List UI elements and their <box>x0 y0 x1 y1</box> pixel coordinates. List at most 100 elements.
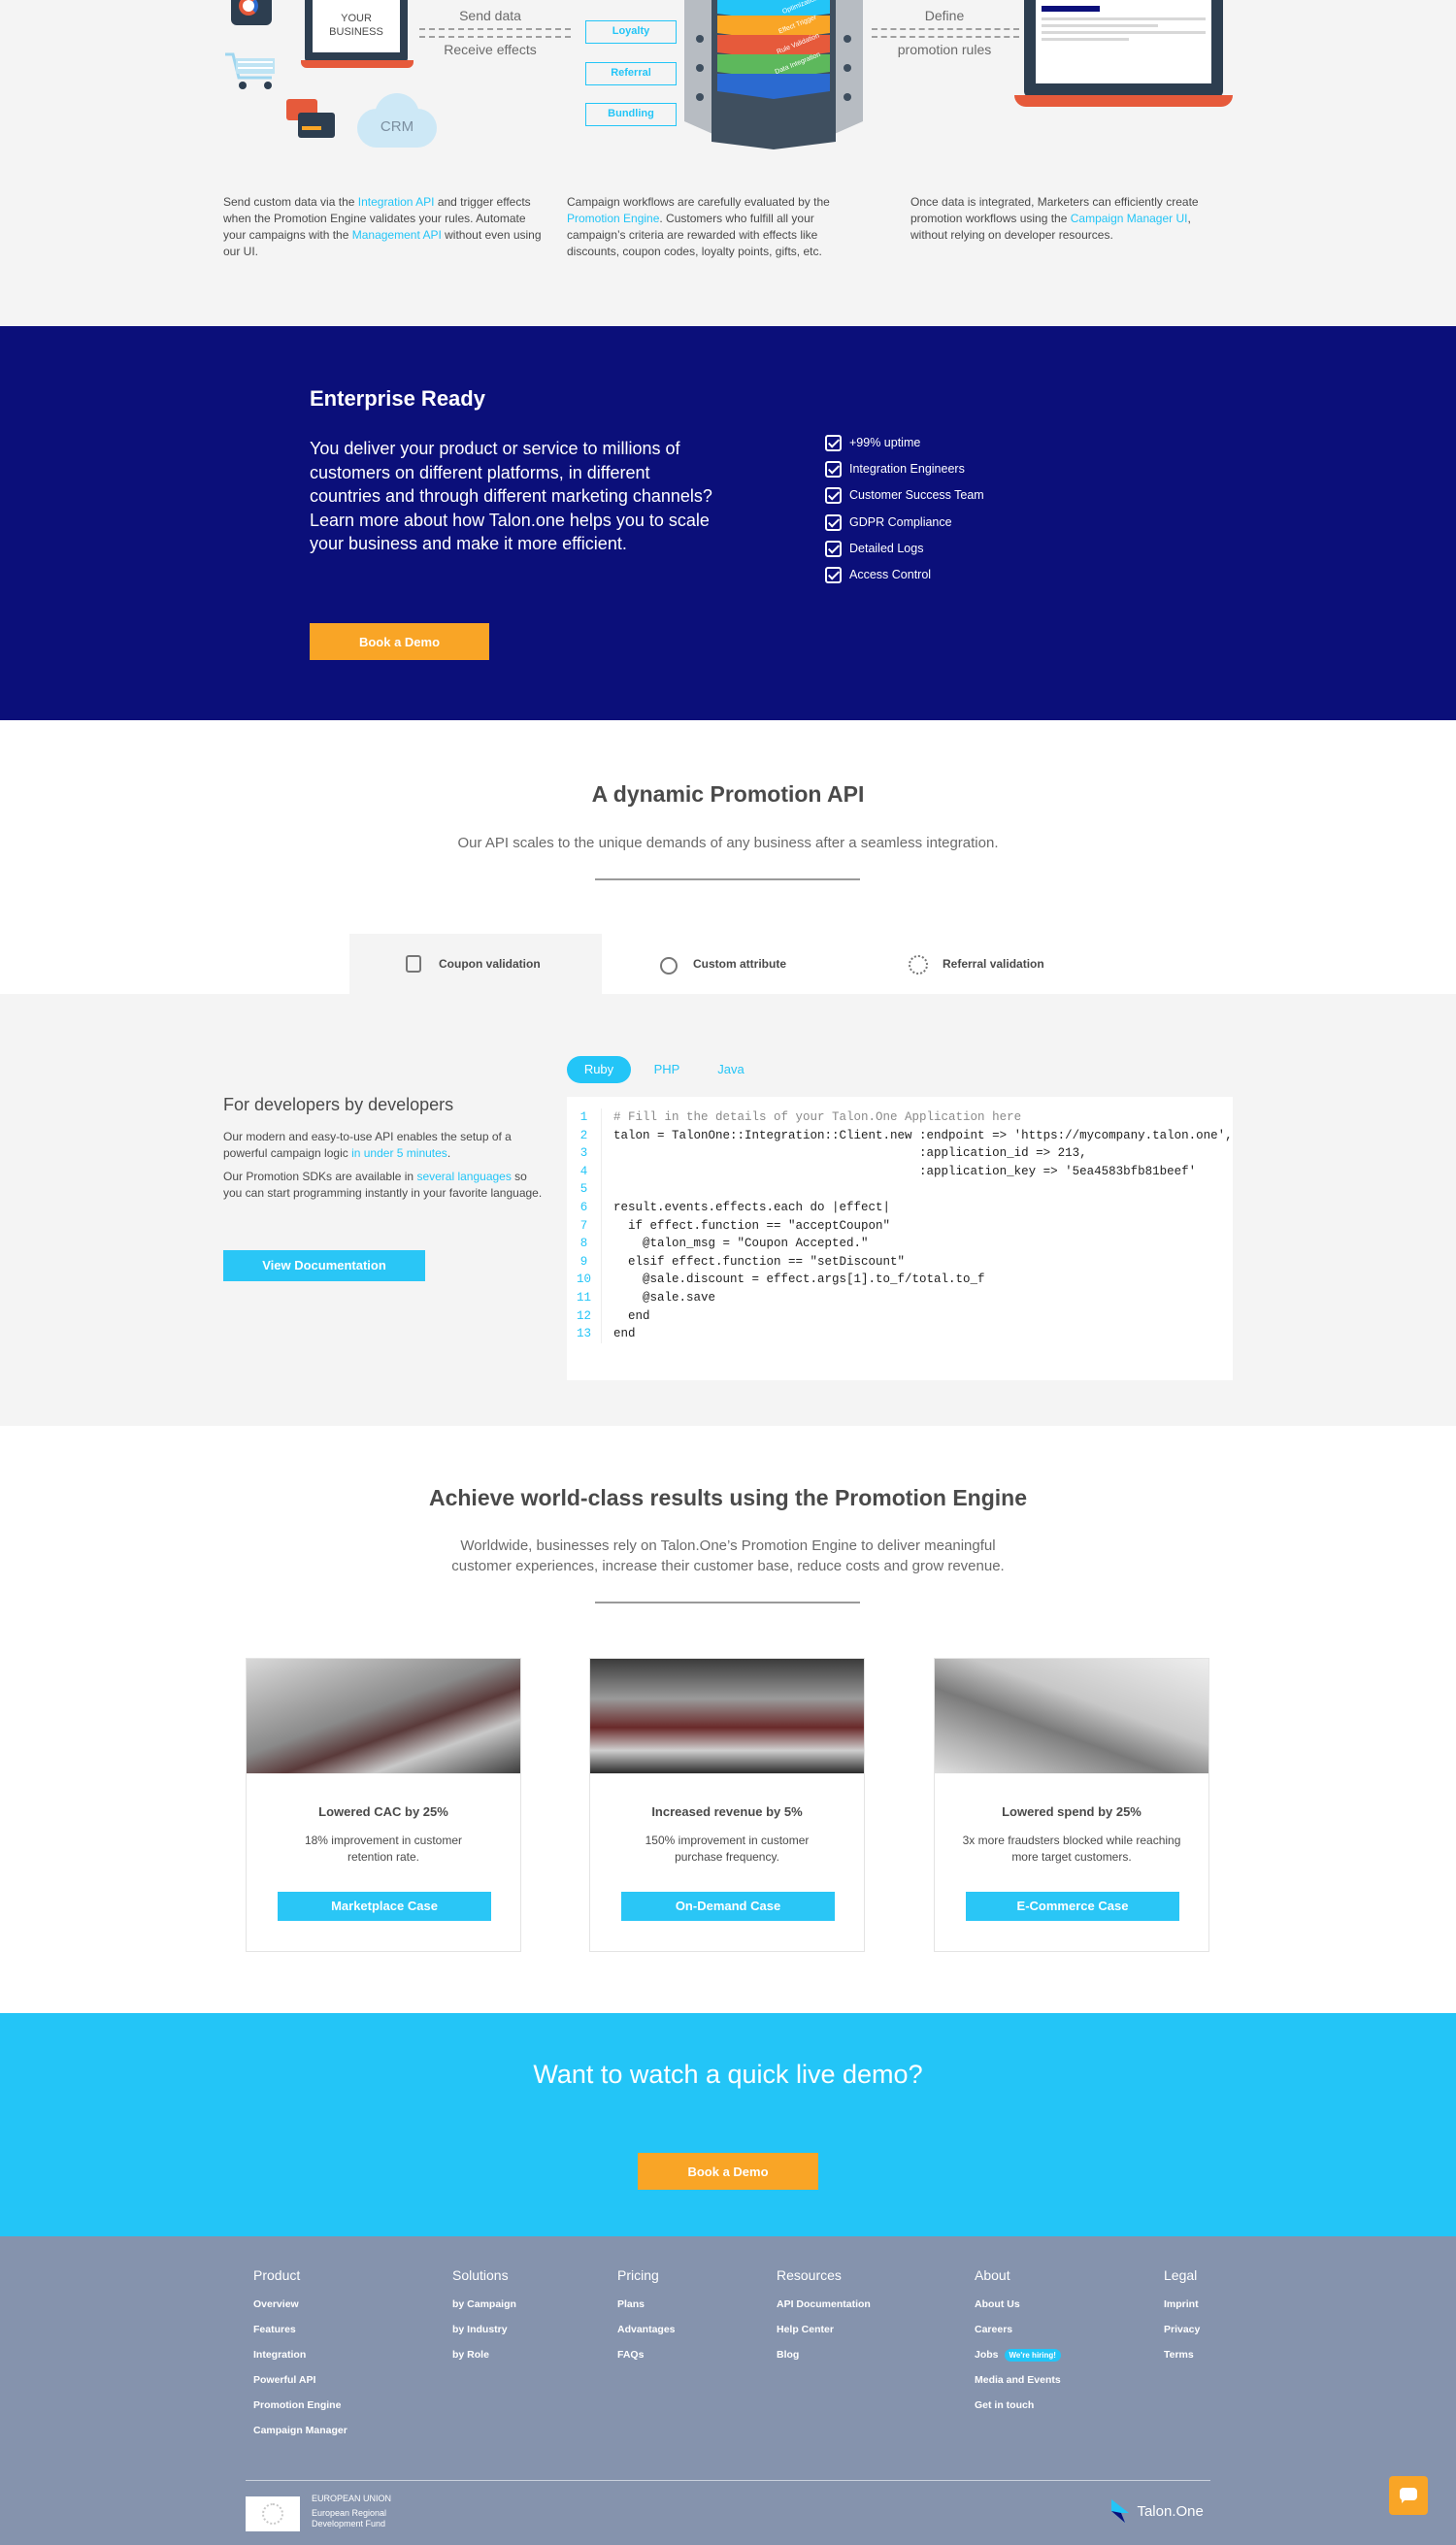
book-demo-button[interactable]: Book a Demo <box>638 2153 818 2190</box>
footer-link[interactable]: FAQs <box>617 2349 676 2361</box>
on-demand-case-button[interactable]: On-Demand Case <box>621 1892 835 1921</box>
line-number: 4 <box>579 1164 588 1178</box>
eu-stars-icon <box>262 2503 283 2525</box>
feature-label: GDPR Compliance <box>849 514 952 529</box>
eu-flag <box>246 2496 300 2531</box>
under-5-minutes-link[interactable]: in under 5 minutes <box>351 1146 447 1160</box>
footer-link[interactable]: Promotion Engine <box>253 2399 347 2411</box>
footer-link[interactable]: Campaign Manager <box>253 2425 347 2436</box>
business-label: YOUR BUSINESS <box>313 0 400 52</box>
chat-button[interactable] <box>1389 2476 1428 2515</box>
footer-link[interactable]: Privacy <box>1164 2324 1200 2335</box>
lang-tab-php[interactable]: PHP <box>635 1056 699 1083</box>
e-commerce-case-button[interactable]: E-Commerce Case <box>966 1892 1179 1921</box>
code-line: talon = TalonOne::Integration::Client.ne… <box>613 1128 1233 1142</box>
text: . <box>447 1146 451 1160</box>
book-demo-button[interactable]: Book a Demo <box>310 623 489 660</box>
tab-custom-attribute[interactable]: Custom attribute <box>602 934 854 994</box>
footer-column: Solutions by Campaign by Industry by Role <box>452 2267 516 2374</box>
footer-link-label: Media and Events <box>975 2374 1061 2386</box>
case-card: Lowered CAC by 25% 18% improvement in cu… <box>246 1658 521 1952</box>
results-subtitle: customer experiences, increase their cus… <box>451 1558 1005 1574</box>
footer-link-label: Careers <box>975 2324 1013 2335</box>
footer-link[interactable]: Jobs We're hiring! <box>975 2349 1061 2362</box>
footer-link[interactable]: About Us <box>975 2298 1061 2310</box>
lang-tab-ruby[interactable]: Ruby <box>567 1056 631 1083</box>
footer-link[interactable]: by Role <box>452 2349 516 2361</box>
checkbox-icon <box>825 566 842 583</box>
card-title: Lowered spend by 25% <box>1002 1804 1142 1819</box>
feature-item: GDPR Compliance <box>825 513 984 541</box>
api-title: A dynamic Promotion API <box>591 781 865 807</box>
code-line: @talon_msg = "Coupon Accepted." <box>613 1237 869 1251</box>
footer-link[interactable]: by Industry <box>452 2324 516 2335</box>
referral-icon <box>909 955 928 975</box>
footer-column: Pricing Plans Advantages FAQs <box>617 2267 676 2374</box>
footer-link[interactable]: Features <box>253 2324 347 2335</box>
footer-link[interactable]: Help Center <box>777 2324 871 2335</box>
footer-link-label: API Documentation <box>777 2298 871 2310</box>
footer-link[interactable]: Get in touch <box>975 2399 1061 2411</box>
footer-link-label: Privacy <box>1164 2324 1201 2335</box>
integration-api-link[interactable]: Integration API <box>358 195 435 209</box>
campaign-manager-link[interactable]: Campaign Manager UI <box>1071 212 1188 225</box>
several-languages-link[interactable]: several languages <box>416 1170 511 1183</box>
demo-title: Want to watch a quick live demo? <box>533 2060 923 2089</box>
footer-column: About About Us Careers Jobs We're hiring! Med… <box>975 2267 1061 2425</box>
footer-link[interactable]: Integration <box>253 2349 347 2361</box>
talon-one-logo[interactable]: Talon.One <box>1109 2497 1204 2527</box>
management-api-link[interactable]: Management API <box>352 228 442 242</box>
code-line: :application_id => 213, <box>613 1146 1087 1161</box>
footer-heading: Resources <box>777 2267 842 2283</box>
send-data-label: Send data <box>459 8 521 23</box>
api-tabs: Coupon validation Custom attribute Refer… <box>0 934 1456 994</box>
text: Campaign workflows are carefully evaluat… <box>567 195 830 209</box>
tab-coupon-validation[interactable]: Coupon validation <box>349 934 602 994</box>
footer-link[interactable]: Blog <box>777 2349 871 2361</box>
feature-label: Customer Success Team <box>849 488 984 503</box>
footer-link[interactable]: Careers <box>975 2324 1061 2335</box>
checkbox-icon <box>825 513 842 531</box>
tab-label: Referral validation <box>943 957 1044 971</box>
code-line: @sale.discount = effect.args[1].to_f/tot… <box>613 1272 985 1287</box>
dev-title: For developers by developers <box>223 1095 454 1114</box>
feature-item: Access Control <box>825 566 984 593</box>
cart-icon <box>223 49 281 91</box>
gears-icon <box>660 957 678 975</box>
footer-link[interactable]: Overview <box>253 2298 347 2310</box>
footer-link[interactable]: Plans <box>617 2298 676 2310</box>
footer-link[interactable]: Powerful API <box>253 2374 347 2386</box>
line-number: 9 <box>579 1254 588 1269</box>
enterprise-section: Enterprise Ready You deliver your produc… <box>0 326 1456 720</box>
view-documentation-button[interactable]: View Documentation <box>223 1250 425 1281</box>
footer-link-label: About Us <box>975 2298 1020 2310</box>
line-number: 11 <box>576 1290 591 1305</box>
feature-label: Integration Engineers <box>849 461 965 476</box>
footer-link-label: by Campaign <box>452 2298 516 2310</box>
promotion-engine-link[interactable]: Promotion Engine <box>567 212 659 225</box>
feature-list: +99% uptime Integration Engineers Custom… <box>825 435 984 593</box>
lang-tab-java[interactable]: Java <box>699 1056 763 1083</box>
campaign-manager-laptop <box>1014 0 1233 109</box>
footer-link[interactable]: Terms <box>1164 2349 1200 2361</box>
feature-item: Detailed Logs <box>825 540 984 567</box>
footer-link[interactable]: Imprint <box>1164 2298 1200 2310</box>
footer-link[interactable]: by Campaign <box>452 2298 516 2310</box>
footer-link-label: FAQs <box>617 2349 645 2361</box>
receive-effects-label: Receive effects <box>444 42 537 57</box>
define-label: Define <box>924 8 965 23</box>
hiring-badge: We're hiring! <box>1004 2349 1061 2362</box>
footer-column: Product Overview Features Integration Powerf… <box>253 2267 347 2450</box>
code-line: :application_key => '5ea4583bfb81beef' <box>613 1164 1197 1178</box>
footer-link[interactable]: Advantages <box>617 2324 676 2335</box>
footer-link[interactable]: Media and Events <box>975 2374 1061 2386</box>
marketplace-case-button[interactable]: Marketplace Case <box>278 1892 491 1921</box>
tab-referral-validation[interactable]: Referral validation <box>854 934 1107 994</box>
line-number: 10 <box>576 1272 591 1287</box>
footer-link[interactable]: API Documentation <box>777 2298 871 2310</box>
e-commerce-photo <box>935 1659 1208 1773</box>
code-block: 1 2 3 4 5 6 7 8 9 10 11 12 13 # Fill in the details … <box>567 1097 1233 1380</box>
divider <box>595 878 860 880</box>
campaign-manager-description: Once data is integrated, Marketers can e… <box>910 194 1231 244</box>
campaign-type-loyalty: Loyalty <box>585 20 677 44</box>
